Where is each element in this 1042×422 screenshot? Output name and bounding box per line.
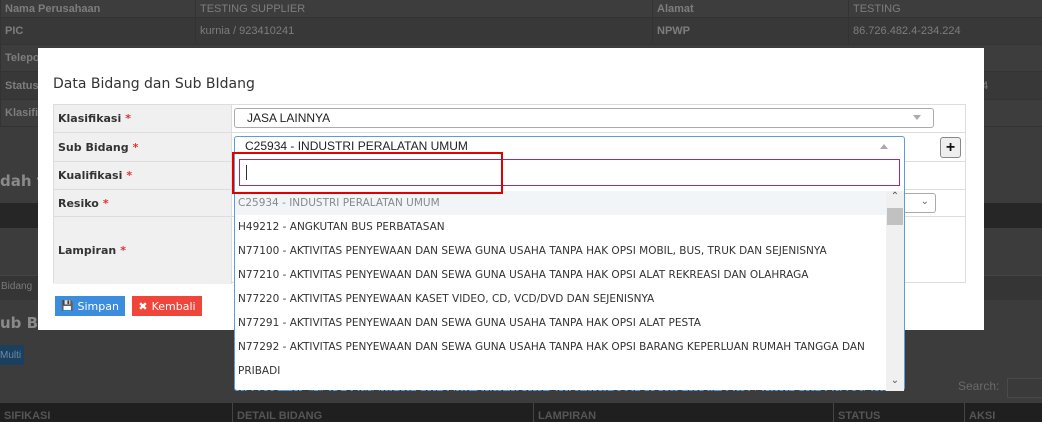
info-label: NPWP	[652, 18, 848, 44]
info-label: PIC	[0, 18, 195, 44]
dropdown-option[interactable]: N77100 - AKTIVITAS PENYEWAAN DAN SEWA GU…	[235, 239, 887, 263]
info-value: TESTING SUPPLIER	[195, 0, 652, 17]
dropdown-option[interactable]: C25934 - INDUSTRI PERALATAN UMUM	[235, 191, 887, 215]
table-header: SIFIKASI DETAIL BIDANG LAMPIRAN STATUS A…	[0, 403, 1042, 422]
modal-title: Data Bidang dan Sub BIdang	[53, 76, 255, 92]
info-row: Nama Perusahaan TESTING SUPPLIER Alamat …	[0, 0, 1042, 18]
lampiran-label: Lampiran *	[54, 217, 232, 284]
chevron-down-icon	[913, 115, 921, 120]
info-label: Alamat	[652, 0, 848, 17]
back-button[interactable]: ✖ Kembali	[132, 296, 202, 316]
scroll-down-icon[interactable]: ⌄	[886, 375, 904, 391]
search-label: Search:	[958, 379, 1000, 393]
column-header: SIFIKASI	[4, 409, 51, 422]
info-value: TESTING	[848, 0, 1042, 17]
klasifikasi-value: JASA LAINNYA	[247, 111, 331, 125]
sub-bidang-value: C25934 - INDUSTRI PERALATAN UMUM	[245, 139, 468, 153]
scrollbar[interactable]: ⌃ ⌄	[886, 191, 904, 391]
info-value: kurnia / 923410241	[195, 18, 652, 44]
scroll-up-icon[interactable]: ⌃	[886, 191, 904, 207]
scroll-thumb[interactable]	[887, 208, 903, 225]
chevron-up-icon	[880, 144, 888, 149]
info-label: Nama Perusahaan	[0, 0, 195, 17]
klasifikasi-row: Klasifikasi * JASA LAINNYA	[54, 105, 965, 133]
dropdown-option[interactable]: N77220 - AKTIVITAS PENYEWAAN KASET VIDEO…	[235, 287, 887, 311]
floppy-disk-icon: 💾	[61, 300, 74, 312]
dropdown-option[interactable]: N77210 - AKTIVITAS PENYEWAAN DAN SEWA GU…	[235, 263, 887, 287]
info-row: PIC kurnia / 923410241 NPWP 86.726.482.4…	[0, 18, 1042, 45]
resiko-label: Resiko *	[54, 190, 232, 216]
option-continuation[interactable]: PRIBADI	[235, 359, 887, 383]
dropdown-option[interactable]: N77291 - AKTIVITAS PENYEWAAN DAN SEWA GU…	[235, 311, 887, 335]
sub-bidang-label: Sub Bidang *	[54, 133, 232, 161]
klasifikasi-select[interactable]: JASA LAINNYA	[234, 108, 934, 128]
close-icon: ✖	[138, 299, 148, 313]
kualifikasi-label: Kualifikasi *	[54, 162, 232, 189]
column-header: AKSI	[964, 403, 995, 422]
column-header: DETAIL BIDANG	[232, 403, 322, 422]
tab-bidang[interactable]: Bidang	[1, 281, 32, 292]
column-header: STATUS	[833, 403, 880, 422]
save-button[interactable]: 💾 Simpan	[55, 296, 125, 316]
klasifikasi-label: Klasifikasi *	[54, 105, 232, 132]
column-header: LAMPIRAN	[533, 403, 596, 422]
dropdown-option[interactable]: N77292 - AKTIVITAS PENYEWAAN DAN SEWA GU…	[235, 335, 887, 359]
dropdown-option[interactable]: N77293 - AKTIVITAS PENYEWAAN DAN SEWA GU…	[235, 383, 887, 391]
options-list: C25934 - INDUSTRI PERALATAN UMUM H49212 -…	[235, 191, 904, 391]
info-value: 86.726.482.4-234.224	[848, 18, 1042, 44]
search-input[interactable]	[1007, 378, 1042, 398]
dropdown-option[interactable]: H49212 - ANGKUTAN BUS PERBATASAN	[235, 215, 887, 239]
add-sub-bidang-button[interactable]: +	[940, 137, 961, 158]
chevron-down-icon: ⌄	[920, 196, 929, 207]
multi-button[interactable]: Multi	[0, 345, 24, 365]
info-value: 4	[982, 79, 989, 92]
highlight-box	[232, 152, 503, 194]
